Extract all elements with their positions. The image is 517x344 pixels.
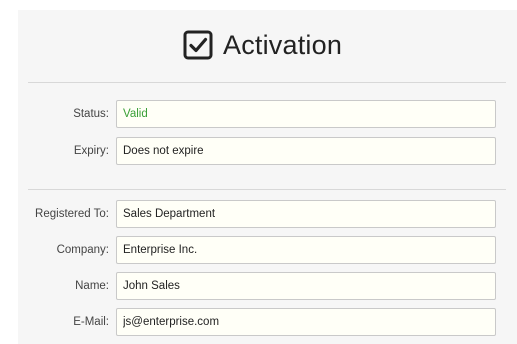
page-title: Activation: [223, 29, 343, 60]
activation-panel: Activation Status: Expiry: Registered To…: [18, 10, 517, 344]
status-row: Status:: [18, 100, 517, 128]
expiry-label: Expiry:: [73, 145, 109, 157]
expiry-field[interactable]: [116, 137, 496, 165]
title-wrap: Activation: [183, 27, 342, 63]
expiry-row: Expiry:: [18, 137, 517, 165]
header: Activation: [18, 10, 517, 82]
name-row: Name:: [18, 272, 517, 300]
email-row: E-Mail:: [18, 308, 517, 336]
registered-to-row: Registered To:: [18, 200, 517, 228]
company-row: Company:: [18, 236, 517, 264]
email-field[interactable]: [116, 308, 496, 336]
registered-to-label: Registered To:: [35, 208, 109, 220]
checkbox-checked-icon: [183, 30, 213, 60]
company-label: Company:: [56, 244, 109, 256]
status-field[interactable]: [116, 100, 496, 128]
company-field[interactable]: [116, 236, 496, 264]
name-label: Name:: [75, 280, 109, 292]
email-label: E-Mail:: [73, 316, 109, 328]
section-divider: [28, 189, 506, 190]
name-field[interactable]: [116, 272, 496, 300]
header-divider: [28, 82, 506, 83]
status-label: Status:: [73, 108, 109, 120]
registered-to-field[interactable]: [116, 200, 496, 228]
